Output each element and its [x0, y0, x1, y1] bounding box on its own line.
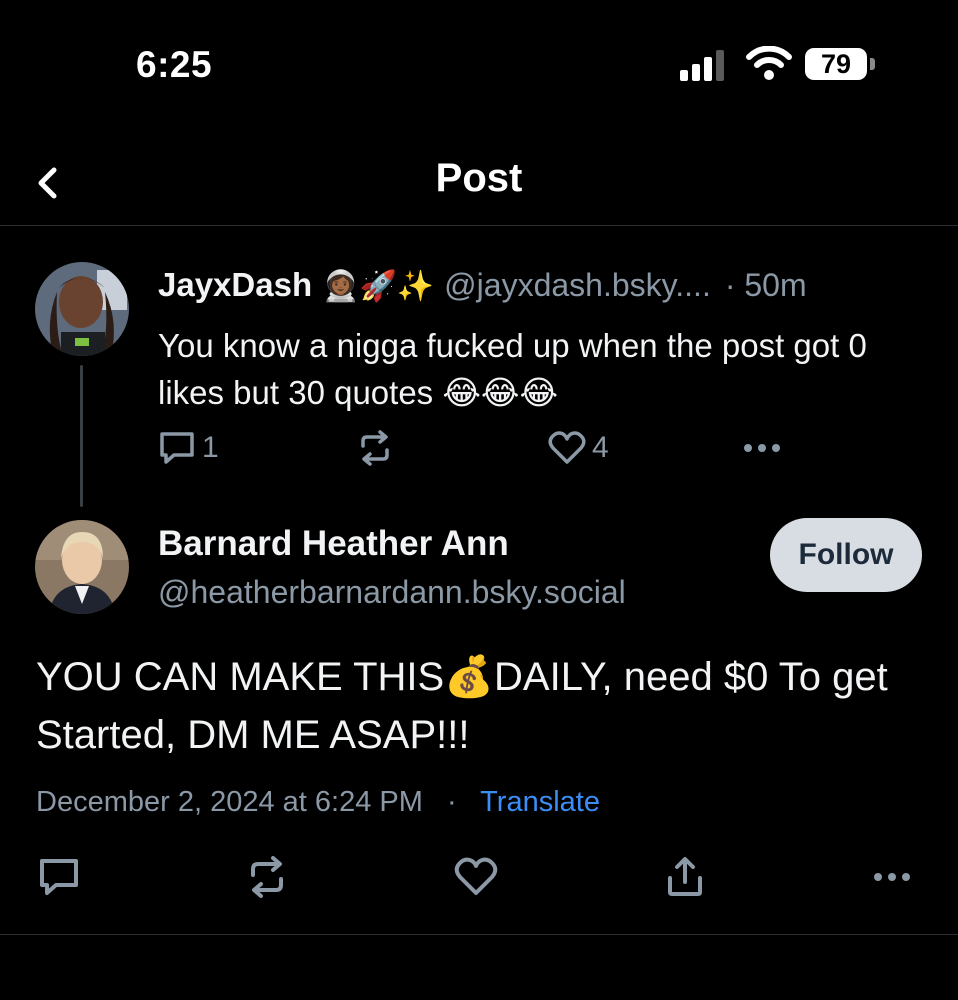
- reply-icon: [160, 432, 194, 464]
- avatar-heather[interactable]: [35, 520, 129, 614]
- reply-author-name[interactable]: Barnard Heather Ann: [158, 524, 509, 564]
- repost-button[interactable]: [358, 430, 548, 466]
- reply-post-text: YOU CAN MAKE THIS💰DAILY, need $0 To get …: [36, 655, 888, 757]
- reply-icon: [40, 859, 78, 895]
- reply-post-like-button[interactable]: [454, 857, 498, 897]
- thread-line: [80, 365, 83, 507]
- chevron-left-icon: [38, 167, 57, 199]
- share-icon: [668, 857, 702, 896]
- repost-icon: [361, 430, 389, 466]
- nav-header: Post: [0, 140, 958, 226]
- more-options-button[interactable]: [742, 442, 782, 454]
- page-title: Post: [435, 156, 523, 200]
- reply-post-reply-button[interactable]: [38, 857, 80, 897]
- parent-author-name[interactable]: JayxDash: [158, 266, 312, 304]
- avatar-jayxdash[interactable]: [35, 262, 129, 356]
- status-bar: 6:25 79: [0, 0, 958, 130]
- parent-author-emojis: 👩🏾‍🚀🚀✨: [322, 270, 435, 303]
- post-timestamp: December 2, 2024 at 6:24 PM: [36, 786, 423, 818]
- battery-nub: [870, 58, 875, 70]
- parent-author-handle[interactable]: @jayxdash.bsky....: [444, 267, 711, 304]
- follow-button[interactable]: Follow: [770, 518, 922, 592]
- heart-icon: [454, 857, 498, 895]
- reply-post-more-button[interactable]: [872, 871, 912, 883]
- wifi-icon: [746, 46, 792, 80]
- parent-action-bar: 1 4: [158, 430, 782, 466]
- reply-author-handle[interactable]: @heatherbarnardann.bsky.social: [158, 574, 626, 611]
- parent-post-header: JayxDash 👩🏾‍🚀🚀✨ @jayxdash.bsky.... · 50m: [158, 266, 807, 310]
- parent-post-text: You know a nigga fucked up when the post…: [158, 327, 867, 411]
- battery-icon: 79: [805, 48, 875, 80]
- like-button[interactable]: 4: [548, 431, 742, 465]
- reply-post-repost-button[interactable]: [247, 856, 287, 898]
- meta-separator: ·: [446, 786, 457, 818]
- bottom-divider: [0, 934, 958, 935]
- heart-icon: [548, 431, 586, 464]
- translate-link[interactable]: Translate: [480, 786, 600, 818]
- post-meta: December 2, 2024 at 6:24 PM · Translate: [36, 786, 600, 819]
- repost-icon: [251, 856, 283, 898]
- post-screen: 6:25 79 Post: [0, 0, 958, 1000]
- reply-button[interactable]: 1: [158, 430, 358, 466]
- like-count: 4: [592, 431, 609, 464]
- back-button[interactable]: [22, 158, 72, 208]
- ellipsis-icon: [874, 873, 910, 881]
- parent-post-age: · 50m: [724, 267, 807, 303]
- reply-count: 1: [202, 431, 219, 464]
- share-button[interactable]: [665, 856, 705, 898]
- reply-action-bar: [38, 856, 912, 898]
- status-time: 6:25: [136, 44, 213, 85]
- ellipsis-icon: [744, 444, 780, 452]
- signal-icon: [680, 50, 724, 81]
- battery-percent: 79: [805, 48, 867, 80]
